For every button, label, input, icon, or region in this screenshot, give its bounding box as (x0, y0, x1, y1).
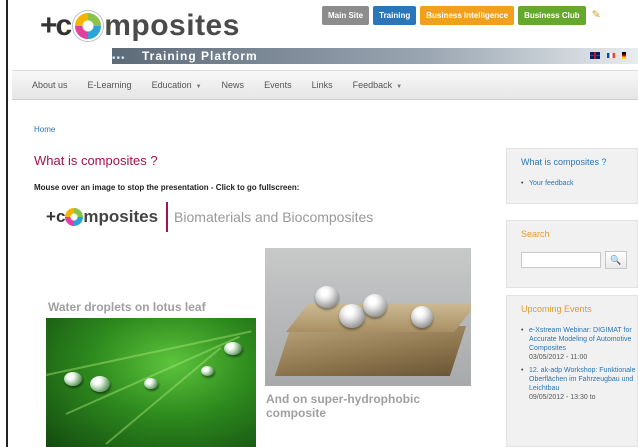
logo-plus: + (40, 9, 57, 42)
sidebar-events-box: Upcoming Events e-Xstream Webinar: DIGIM… (506, 295, 638, 447)
sidebar-search-title: Search (521, 229, 550, 239)
logo-globe-icon (73, 11, 104, 41)
nav-education-label: Education (151, 80, 192, 90)
logo-c: c (55, 9, 73, 42)
water-droplet (90, 376, 110, 392)
water-droplet (363, 294, 387, 317)
search-icon: 🔍 (610, 254, 622, 265)
event-item[interactable]: 12. ak-adp Workshop: Funktionale Oberflä… (521, 366, 637, 402)
banner-logo-plus: + (46, 207, 56, 226)
water-droplet (201, 366, 214, 376)
main-site-button[interactable]: Main Site (322, 6, 370, 25)
slideshow-instruction: Mouse over an image to stop the presenta… (34, 183, 300, 192)
pencil-icon[interactable]: ✎ (592, 8, 601, 25)
slide-caption-lotus: Water droplets on lotus leaf (48, 300, 206, 314)
language-flags (590, 52, 626, 59)
nav-about-us-label: About us (32, 80, 68, 90)
nav-events-label: Events (264, 80, 292, 90)
water-droplet (339, 304, 365, 328)
event-title[interactable]: e-Xstream Webinar: DIGIMAT for Accurate … (529, 327, 632, 352)
nav-e-learning-label: E-Learning (87, 80, 132, 90)
search-button[interactable]: 🔍 (605, 251, 627, 269)
banner-logo-text: mposites (83, 207, 159, 226)
chevron-down-icon: ▼ (396, 84, 403, 90)
nav-about-us[interactable]: About us (32, 80, 68, 90)
events-list: e-Xstream Webinar: DIGIMAT for Accurate … (507, 314, 637, 402)
fr-flag-icon[interactable] (606, 52, 616, 59)
banner-globe-icon (65, 208, 84, 226)
hydrophobic-composite-photo[interactable] (265, 248, 471, 386)
leaf-vein (46, 330, 252, 376)
chevron-down-icon: ▼ (195, 84, 202, 90)
water-droplet (64, 372, 82, 386)
left-border-line (6, 0, 8, 447)
search-row: 🔍 (507, 239, 637, 269)
sidebar-events-title: Upcoming Events (521, 304, 592, 314)
event-item[interactable]: e-Xstream Webinar: DIGIMAT for Accurate … (521, 326, 637, 362)
nav-links[interactable]: Links (312, 80, 333, 90)
slide-caption-hydrophobic: And on super-hydrophobic composite (266, 392, 420, 420)
event-title[interactable]: 12. ak-adp Workshop: Funktionale Oberflä… (529, 367, 636, 392)
site-buttons: Main Site Training Business Intelligence… (322, 6, 601, 25)
search-input[interactable] (521, 252, 601, 268)
platform-label: Training Platform (142, 49, 258, 63)
business-club-button[interactable]: Business Club (518, 6, 586, 25)
platform-dots: ••• (112, 53, 126, 64)
sidebar-what-box: What is composites ? Your feedback (506, 148, 638, 204)
event-date: 03/05/2012 - 11:00 (529, 354, 588, 361)
banner-logo: + c mposites (46, 207, 158, 227)
water-droplet (144, 378, 158, 389)
breadcrumb-home[interactable]: Home (34, 125, 55, 134)
main-nav: About us E-Learning Education ▼ News Even… (12, 70, 638, 100)
composite-slab (274, 326, 467, 376)
sidebar-search-box: Search 🔍 (506, 220, 638, 288)
banner-subtitle: Biomaterials and Biocomposites (174, 209, 374, 225)
water-droplet (315, 286, 339, 308)
composites-logo[interactable]: + c mposites (40, 6, 240, 46)
banner-divider (166, 202, 169, 232)
lotus-leaf-photo[interactable] (46, 318, 256, 447)
de-flag-icon[interactable] (622, 52, 626, 59)
nav-news[interactable]: News (222, 80, 245, 90)
nav-events[interactable]: Events (264, 80, 292, 90)
slideshow-banner: + c mposites Biomaterials and Biocomposi… (46, 197, 373, 237)
event-date: 09/05/2012 - 13:30 to (529, 394, 596, 401)
nav-e-learning[interactable]: E-Learning (88, 80, 132, 90)
water-droplet (411, 306, 433, 328)
platform-bar: ••• Training Platform (112, 48, 638, 64)
logo-text: mposites (104, 9, 240, 42)
training-button[interactable]: Training (373, 6, 417, 25)
nav-links-label: Links (311, 80, 333, 90)
page-title: What is composites ? (34, 153, 158, 168)
uk-flag-icon[interactable] (590, 52, 600, 59)
leaf-vein (105, 346, 222, 445)
nav-feedback[interactable]: Feedback ▼ (353, 80, 402, 90)
sidebar-item-your-feedback[interactable]: Your feedback (521, 179, 637, 188)
water-droplet (224, 342, 242, 355)
business-intelligence-button[interactable]: Business Intelligence (420, 6, 515, 25)
nav-education[interactable]: Education ▼ (152, 80, 202, 90)
site-header: + c mposites ••• Training Platform Main … (12, 0, 638, 70)
nav-feedback-label: Feedback (352, 80, 393, 90)
nav-news-label: News (221, 80, 245, 90)
sidebar-what-list: Your feedback (507, 167, 637, 188)
banner-logo-c: c (55, 207, 66, 226)
sidebar-what-title[interactable]: What is composites ? (507, 149, 637, 167)
